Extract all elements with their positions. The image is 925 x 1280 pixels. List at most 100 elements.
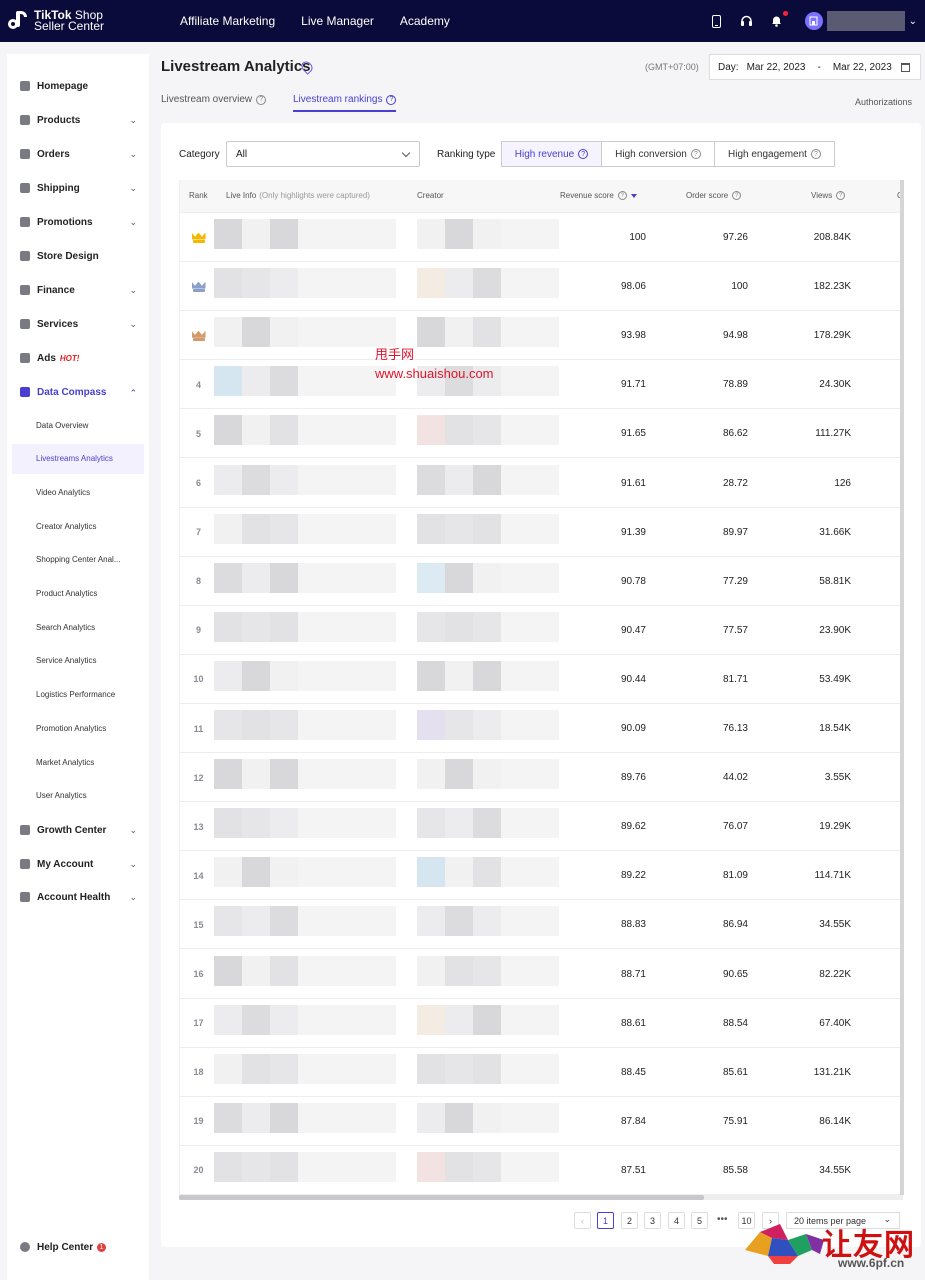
date-end[interactable]: Mar 22, 2023: [833, 62, 892, 73]
chevron-down-icon[interactable]: ⌄: [129, 892, 137, 903]
live-info-thumbnail-blurred[interactable]: [214, 1097, 396, 1146]
creator-info-blurred[interactable]: [417, 459, 559, 508]
creator-info-blurred[interactable]: [417, 950, 559, 999]
table-row[interactable]: 15 88.83 86.94 34.55K: [180, 900, 903, 950]
sidebar-subitem-promotion-analytics[interactable]: Promotion Analytics: [12, 713, 144, 743]
live-info-thumbnail-blurred[interactable]: [214, 999, 396, 1048]
sidebar-subitem-livestreams-analytics[interactable]: Livestreams Analytics: [12, 443, 144, 474]
chevron-down-icon[interactable]: ⌄: [129, 217, 137, 228]
table-row[interactable]: 93.98 94.98 178.29K: [180, 311, 903, 361]
creator-info-blurred[interactable]: [417, 655, 559, 704]
sidebar-item-promotions[interactable]: Promotions ⌄: [7, 210, 149, 234]
chevron-down-icon[interactable]: ⌄: [909, 16, 917, 27]
page-1[interactable]: 1: [597, 1212, 614, 1229]
creator-info-blurred[interactable]: [417, 999, 559, 1048]
live-info-thumbnail-blurred[interactable]: [214, 655, 396, 704]
chevron-down-icon[interactable]: ⌄: [129, 149, 137, 160]
sidebar-subitem-market-analytics[interactable]: Market Analytics: [12, 747, 144, 777]
date-range-picker[interactable]: Day: Mar 22, 2023 - Mar 22, 2023: [709, 54, 921, 80]
vertical-scrollbar[interactable]: [900, 180, 904, 1195]
creator-info-blurred[interactable]: [417, 802, 559, 851]
col-revenue-score[interactable]: Revenue score?: [560, 191, 637, 200]
creator-info-blurred[interactable]: [417, 900, 559, 949]
sidebar-item-data-compass[interactable]: Data Compass ⌃: [7, 380, 149, 404]
horizontal-scrollbar[interactable]: [179, 1195, 903, 1200]
help-icon[interactable]: ?: [617, 191, 627, 200]
page-4[interactable]: 4: [668, 1212, 685, 1229]
creator-info-blurred[interactable]: [417, 1097, 559, 1146]
authorizations-link[interactable]: Authorizations: [855, 97, 912, 107]
scroll-thumb[interactable]: [179, 1195, 704, 1200]
help-icon[interactable]: ?: [836, 191, 846, 200]
sidebar-item-finance[interactable]: Finance ⌄: [7, 278, 149, 302]
table-row[interactable]: 20 87.51 85.58 34.55K: [180, 1146, 903, 1195]
sidebar-item-orders[interactable]: Orders ⌄: [7, 142, 149, 166]
creator-info-blurred[interactable]: [417, 557, 559, 606]
table-row[interactable]: 7 91.39 89.97 31.66K: [180, 508, 903, 557]
ranking-high-conversion-button[interactable]: High conversion?: [601, 141, 715, 167]
table-row[interactable]: 13 89.62 76.07 19.29K: [180, 802, 903, 852]
sidebar-item-shipping[interactable]: Shipping ⌄: [7, 176, 149, 200]
sidebar-item-account-health[interactable]: Account Health ⌄: [7, 885, 149, 909]
help-icon[interactable]: ?: [386, 94, 397, 105]
table-row[interactable]: 10 90.44 81.71 53.49K: [180, 655, 903, 704]
table-row[interactable]: 18 88.45 85.61 131.21K: [180, 1048, 903, 1097]
sidebar-item-store-design[interactable]: Store Design: [7, 244, 149, 268]
sidebar-subitem-user-analytics[interactable]: User Analytics: [12, 781, 144, 811]
shop-avatar-icon[interactable]: [804, 12, 823, 30]
help-icon[interactable]: ?: [256, 94, 267, 105]
table-row[interactable]: 9 90.47 77.57 23.90K: [180, 606, 903, 655]
chevron-down-icon[interactable]: ⌄: [129, 319, 137, 330]
sidebar-item-services[interactable]: Services ⌄: [7, 312, 149, 336]
creator-info-blurred[interactable]: [417, 262, 559, 311]
page-5[interactable]: 5: [691, 1212, 708, 1229]
live-info-thumbnail-blurred[interactable]: [214, 360, 396, 409]
sort-desc-icon[interactable]: [630, 193, 637, 198]
help-icon[interactable]: ?: [690, 149, 701, 159]
tab-livestream-overview[interactable]: Livestream overview?: [161, 94, 267, 105]
creator-info-blurred[interactable]: [417, 508, 559, 557]
sidebar-item-growth-center[interactable]: Growth Center ⌄: [7, 818, 149, 842]
col-views[interactable]: Views?: [811, 191, 846, 200]
live-info-thumbnail-blurred[interactable]: [214, 213, 396, 262]
tiktok-shop-logo[interactable]: TikTok Shop Seller Center: [8, 9, 168, 33]
live-info-thumbnail-blurred[interactable]: [214, 1048, 396, 1097]
date-start[interactable]: Mar 22, 2023: [747, 62, 806, 73]
sidebar-subitem-product-analytics[interactable]: Product Analytics: [12, 579, 144, 609]
live-info-thumbnail-blurred[interactable]: [214, 1146, 396, 1195]
live-info-thumbnail-blurred[interactable]: [214, 459, 396, 508]
shop-name-redacted[interactable]: [826, 11, 905, 31]
headset-icon[interactable]: [739, 13, 755, 29]
tab-livestream-rankings[interactable]: Livestream rankings?: [293, 94, 397, 112]
sidebar-item-ads[interactable]: Ads HOT!: [7, 346, 149, 370]
creator-info-blurred[interactable]: [417, 851, 559, 900]
table-row[interactable]: 12 89.76 44.02 3.55K: [180, 753, 903, 803]
help-center-link[interactable]: Help Center 1: [7, 1235, 149, 1259]
table-row[interactable]: 4 91.71 78.89 24.30K: [180, 360, 903, 410]
sidebar-subitem-shopping-center-anal-[interactable]: Shopping Center Anal...: [12, 545, 144, 575]
help-icon[interactable]: ?: [732, 191, 742, 200]
live-info-thumbnail-blurred[interactable]: [214, 704, 396, 753]
sidebar-item-homepage[interactable]: Homepage: [7, 74, 149, 98]
sidebar-subitem-data-overview[interactable]: Data Overview: [12, 410, 144, 440]
table-row[interactable]: 11 90.09 76.13 18.54K: [180, 704, 903, 753]
live-info-thumbnail-blurred[interactable]: [214, 950, 396, 999]
nav-live-manager[interactable]: Live Manager: [301, 14, 374, 28]
page-2[interactable]: 2: [621, 1212, 638, 1229]
table-row[interactable]: 98.06 100 182.23K: [180, 262, 903, 312]
nav-affiliate-marketing[interactable]: Affiliate Marketing: [180, 14, 275, 28]
table-row[interactable]: 19 87.84 75.91 86.14K: [180, 1097, 903, 1146]
category-select[interactable]: All: [226, 141, 420, 167]
table-row[interactable]: 16 88.71 90.65 82.22K: [180, 950, 903, 999]
creator-info-blurred[interactable]: [417, 409, 559, 458]
chevron-down-icon[interactable]: ⌄: [129, 859, 137, 870]
sidebar-item-products[interactable]: Products ⌄: [7, 108, 149, 132]
chevron-down-icon[interactable]: ⌄: [129, 285, 137, 296]
pagination-ellipsis[interactable]: •••: [717, 1214, 728, 1225]
bell-icon[interactable]: [769, 11, 788, 29]
table-row[interactable]: 5 91.65 86.62 111.27K: [180, 409, 903, 459]
mobile-icon[interactable]: [709, 13, 725, 29]
table-row[interactable]: 8 90.78 77.29 58.81K: [180, 557, 903, 606]
live-info-thumbnail-blurred[interactable]: [214, 802, 396, 851]
table-row[interactable]: 6 91.61 28.72 126: [180, 459, 903, 508]
